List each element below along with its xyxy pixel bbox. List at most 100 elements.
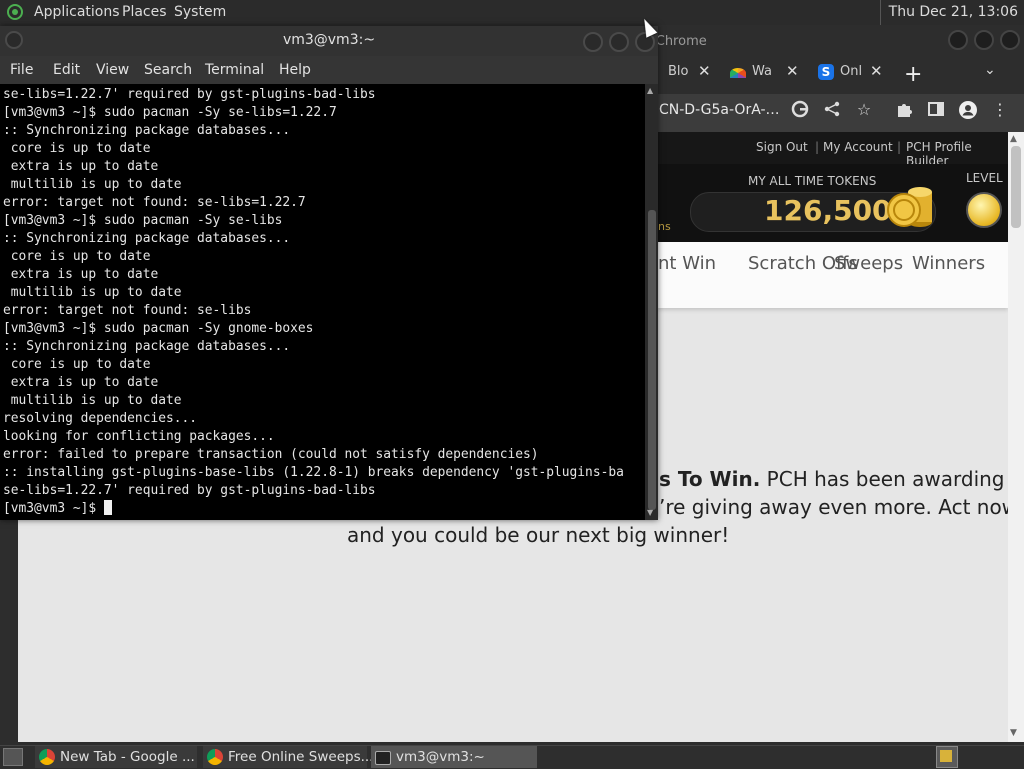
bookmark-star-icon[interactable]: ☆ xyxy=(854,100,874,120)
scroll-up-arrow-icon[interactable]: ▲ xyxy=(1010,134,1017,144)
terminal-line: error: target not found: se-libs xyxy=(3,303,252,318)
page-scrollbar-thumb[interactable] xyxy=(1011,146,1021,228)
browser-tab[interactable]: Wa ✕ xyxy=(730,58,800,86)
tab-label: Blo xyxy=(668,64,689,79)
chevron-down-icon[interactable]: ⌄ xyxy=(984,62,996,78)
terminal-line: extra is up to date xyxy=(3,159,159,174)
menu-file[interactable]: File xyxy=(10,62,33,78)
tab-close-icon[interactable]: ✕ xyxy=(786,62,799,80)
level-label: LEVEL xyxy=(966,171,1003,185)
new-tab-plus-icon[interactable]: + xyxy=(904,62,922,87)
menu-system[interactable]: System xyxy=(174,4,226,20)
s-logo-icon: S xyxy=(818,64,834,80)
menu-applications[interactable]: Applications xyxy=(34,4,120,20)
terminal-line: :: Synchronizing package databases... xyxy=(3,123,291,138)
terminal-line: [vm3@vm3 ~]$ sudo pacman -Sy se-libs=1.2… xyxy=(3,105,337,120)
terminal-line: se-libs=1.22.7' required by gst-plugins-… xyxy=(3,483,376,498)
coin-stack-icon xyxy=(886,184,934,228)
terminal-line: [vm3@vm3 ~]$ sudo pacman -Sy gnome-boxes xyxy=(3,321,314,336)
top-panel: Applications Places System Thu Dec 21, 1… xyxy=(0,0,1024,25)
kebab-menu-icon[interactable]: ⋮ xyxy=(990,100,1010,120)
terminal-title: vm3@vm3:~ xyxy=(282,32,376,48)
terminal-line: multilib is up to date xyxy=(3,393,182,408)
nav-item-instant-win[interactable]: nt Win xyxy=(658,253,716,274)
promo-text-line: and you could be our next big winner! xyxy=(347,523,730,547)
terminal-output[interactable]: se-libs=1.22.7' required by gst-plugins-… xyxy=(0,84,645,520)
terminal-line: [vm3@vm3 ~]$ sudo pacman -Sy se-libs xyxy=(3,213,283,228)
tokens-link-fragment[interactable]: ns xyxy=(658,220,671,233)
tab-close-icon[interactable]: ✕ xyxy=(698,62,711,80)
nav-item-winners[interactable]: Winners xyxy=(912,253,985,274)
menu-edit[interactable]: Edit xyxy=(53,62,80,78)
terminal-line: core is up to date xyxy=(3,141,151,156)
menu-terminal[interactable]: Terminal xyxy=(205,62,264,78)
terminal-line: error: target not found: se-libs=1.22.7 xyxy=(3,195,306,210)
terminal-menubar: File Edit View Search Terminal Help xyxy=(0,56,658,84)
share-icon[interactable] xyxy=(822,100,842,120)
workspace-switcher-icon[interactable] xyxy=(936,746,958,768)
my-account-link[interactable]: My Account xyxy=(823,140,893,154)
browser-tab[interactable]: S Onl ✕ xyxy=(818,58,888,86)
clock[interactable]: Thu Dec 21, 13:06 xyxy=(879,0,1024,25)
terminal-line: :: installing gst-plugins-base-libs (1.2… xyxy=(3,465,624,480)
terminal-scroll-up-icon[interactable]: ▲ xyxy=(647,86,653,95)
menu-places[interactable]: Places xyxy=(122,4,167,20)
tab-label: Onl xyxy=(840,64,863,79)
show-desktop-icon[interactable] xyxy=(3,748,23,766)
distro-logo-icon[interactable] xyxy=(7,4,23,20)
promo-text-line: s To Win. PCH has been awarding xyxy=(659,467,1005,491)
terminal-scroll-down-icon[interactable]: ▼ xyxy=(647,508,653,517)
tokens-value: 126,500 xyxy=(764,194,892,227)
terminal-cursor xyxy=(103,500,112,515)
terminal-minimize-button[interactable] xyxy=(583,32,603,52)
taskbar-item[interactable]: Free Online Sweeps... xyxy=(203,746,373,768)
profile-avatar-icon[interactable] xyxy=(958,100,978,120)
level-badge-icon[interactable] xyxy=(966,192,1002,228)
scroll-down-arrow-icon[interactable]: ▼ xyxy=(1010,728,1017,738)
sign-out-link[interactable]: Sign Out xyxy=(756,140,808,154)
terminal-line: core is up to date xyxy=(3,249,151,264)
tokens-label: MY ALL TIME TOKENS xyxy=(748,174,877,188)
side-panel-icon[interactable] xyxy=(926,100,946,120)
terminal-line: multilib is up to date xyxy=(3,285,182,300)
terminal-line: se-libs=1.22.7' required by gst-plugins-… xyxy=(3,87,376,102)
taskbar-item-label: vm3@vm3:~ xyxy=(396,749,485,765)
terminal-line: looking for conflicting packages... xyxy=(3,429,275,444)
taskbar-item-label: New Tab - Google ... xyxy=(60,749,195,765)
promo-bold-text: s To Win. xyxy=(659,467,761,491)
terminal-line: :: Synchronizing package databases... xyxy=(3,231,291,246)
menu-help[interactable]: Help xyxy=(279,62,311,78)
taskbar-item[interactable]: New Tab - Google ... xyxy=(35,746,197,768)
chrome-close-button[interactable] xyxy=(1000,30,1020,50)
chrome-maximize-button[interactable] xyxy=(974,30,994,50)
taskbar-item-active[interactable]: vm3@vm3:~ xyxy=(371,746,537,768)
terminal-window-menu-button[interactable] xyxy=(5,31,23,49)
terminal-line: error: failed to prepare transaction (co… xyxy=(3,447,539,462)
terminal-line: extra is up to date xyxy=(3,267,159,282)
taskbar-item-label: Free Online Sweeps... xyxy=(228,749,374,765)
tab-label: Wa xyxy=(752,64,772,79)
terminal-line: resolving dependencies... xyxy=(3,411,198,426)
nav-item-sweeps[interactable]: Sweeps xyxy=(834,253,903,274)
browser-tab[interactable]: Blo ✕ xyxy=(650,58,720,86)
address-bar-text[interactable]: CN-D-G5a-OrA-… xyxy=(659,102,780,118)
google-icon[interactable] xyxy=(790,100,810,120)
terminal-prompt: [vm3@vm3 ~]$ xyxy=(3,501,104,516)
promo-text: PCH has been awarding xyxy=(760,467,1005,491)
promo-text-line: ’re giving away even more. Act now xyxy=(659,495,1019,519)
nbc-peacock-icon xyxy=(730,68,746,78)
terminal-line: multilib is up to date xyxy=(3,177,182,192)
chrome-minimize-button[interactable] xyxy=(948,30,968,50)
terminal-line: :: Synchronizing package databases... xyxy=(3,339,291,354)
terminal-scrollbar-thumb[interactable] xyxy=(648,210,656,510)
tab-close-icon[interactable]: ✕ xyxy=(870,62,883,80)
menu-view[interactable]: View xyxy=(96,62,129,78)
pch-nav-bar: nt Win Scratch Offs Sweeps Winners xyxy=(658,242,1008,308)
terminal-line: extra is up to date xyxy=(3,375,159,390)
terminal-maximize-button[interactable] xyxy=(609,32,629,52)
chrome-icon xyxy=(39,749,55,765)
menu-search[interactable]: Search xyxy=(144,62,192,78)
extensions-puzzle-icon[interactable] xyxy=(894,100,914,120)
pch-account-header: Sign Out | My Account | PCH Profile Buil… xyxy=(658,132,1008,168)
terminal-line: core is up to date xyxy=(3,357,151,372)
